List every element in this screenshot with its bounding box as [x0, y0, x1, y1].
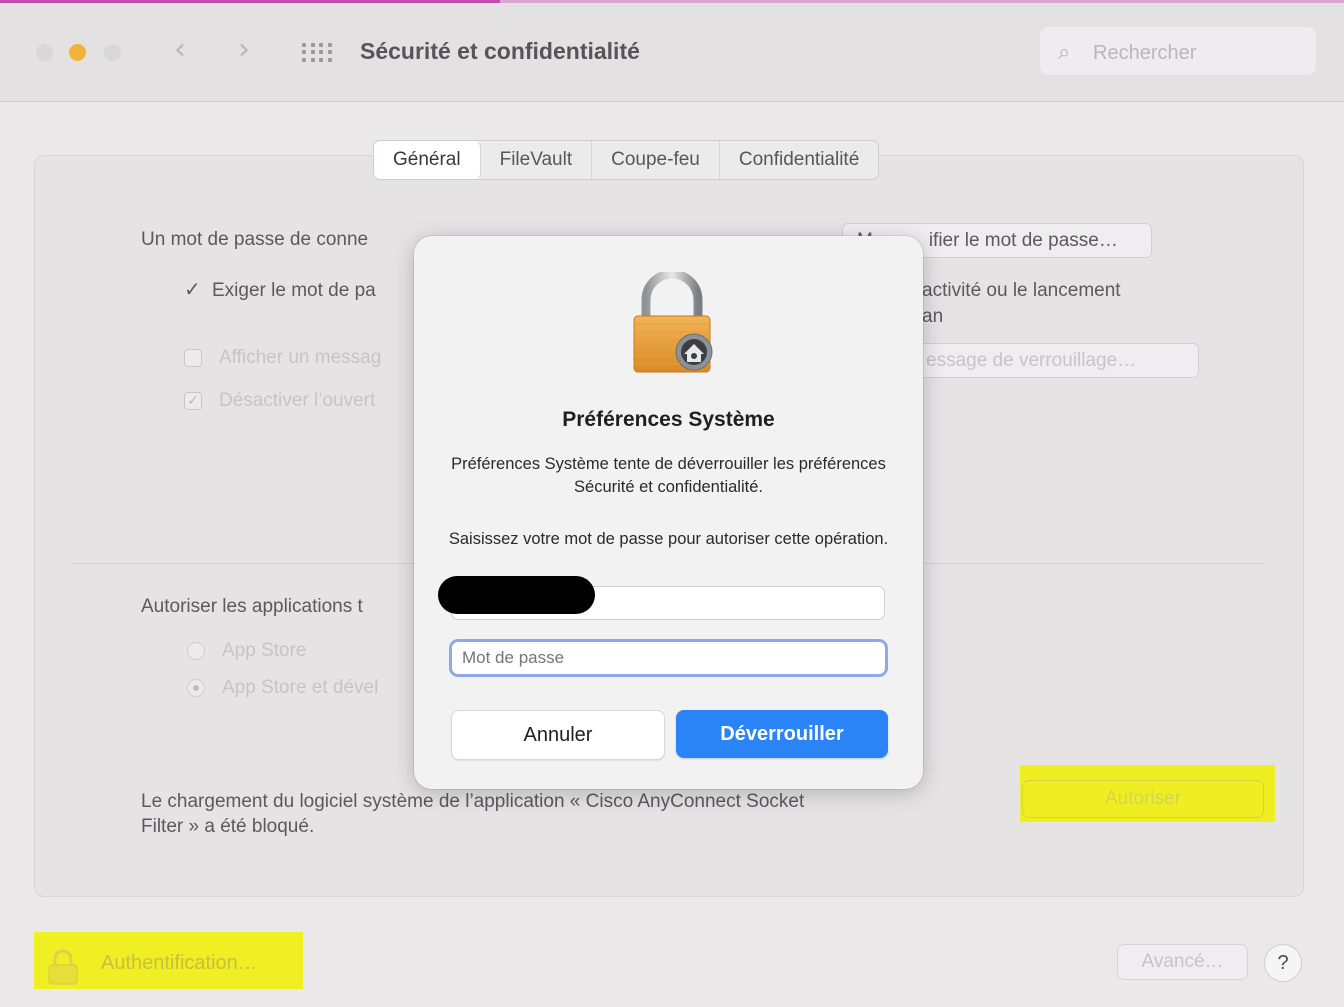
authentication-label[interactable]: Authentification… [101, 952, 258, 975]
search-placeholder[interactable]: Rechercher [1093, 42, 1196, 65]
lock-icon[interactable] [45, 949, 81, 985]
radio-app-store[interactable] [187, 642, 205, 660]
tab-bar: Général FileVault Coupe-feu Confidential… [373, 140, 880, 180]
disable-auto-login-label: Désactiver l’ouvert [219, 390, 376, 411]
dialog-instruction: Saisissez votre mot de passe pour autori… [448, 530, 889, 548]
dialog-title: Préférences Système [562, 408, 775, 431]
tab-firewall[interactable]: Coupe-feu [592, 141, 720, 179]
change-password-label: ifier le mot de passe… [928, 230, 1118, 251]
require-password-suffix-2: an [922, 306, 944, 327]
blocked-software-text-line2: Filter » a été bloqué. [141, 816, 315, 837]
radio-app-store-label: App Store [222, 640, 307, 661]
disable-auto-login-checkbox[interactable]: ✓ [184, 392, 202, 410]
forward-arrow-icon[interactable]: › [238, 32, 250, 67]
password-field[interactable] [449, 639, 888, 677]
help-button[interactable]: ? [1264, 944, 1302, 982]
blocked-software-text-line1: Le chargement du logiciel système de l’a… [141, 791, 805, 812]
allow-apps-label: Autoriser les applications t [141, 596, 363, 617]
redacted-username [438, 576, 595, 614]
unlock-button[interactable]: Déverrouiller [676, 710, 888, 758]
show-all-grid-icon[interactable] [302, 43, 334, 63]
autoriser-button[interactable]: Autoriser [1022, 780, 1264, 818]
padlock-icon [633, 272, 713, 373]
zoom-window-button[interactable] [104, 44, 121, 61]
radio-app-store-developers[interactable] [187, 679, 205, 697]
cancel-button[interactable]: Annuler [451, 710, 665, 760]
minimize-window-button[interactable] [69, 44, 86, 61]
password-set-text: Un mot de passe de conne [141, 229, 369, 250]
authentication-dialog: Préférences Système Préférences Système … [414, 236, 923, 789]
window-title: Sécurité et confidentialité [360, 38, 640, 64]
tab-general[interactable]: Général [374, 141, 481, 179]
tab-filevault[interactable]: FileVault [481, 141, 593, 179]
show-message-label: Afficher un messag [219, 347, 382, 368]
radio-app-store-developers-label: App Store et dével [222, 677, 379, 698]
require-password-checkbox[interactable]: ✓ [184, 277, 201, 301]
require-password-suffix: activité ou le lancement [922, 280, 1121, 301]
close-window-button[interactable] [36, 44, 53, 61]
advanced-button[interactable]: Avancé… [1117, 944, 1248, 980]
search-icon: ⌕ [1058, 40, 1071, 65]
dialog-message: Préférences Système tente de déverrouill… [451, 455, 886, 496]
back-arrow-icon[interactable]: ‹ [174, 32, 186, 67]
lock-message-button[interactable]: essage de verrouillage… [905, 343, 1199, 378]
tab-privacy[interactable]: Confidentialité [720, 141, 878, 179]
show-message-checkbox[interactable] [184, 349, 202, 367]
require-password-label: Exiger le mot de pa [212, 280, 376, 301]
